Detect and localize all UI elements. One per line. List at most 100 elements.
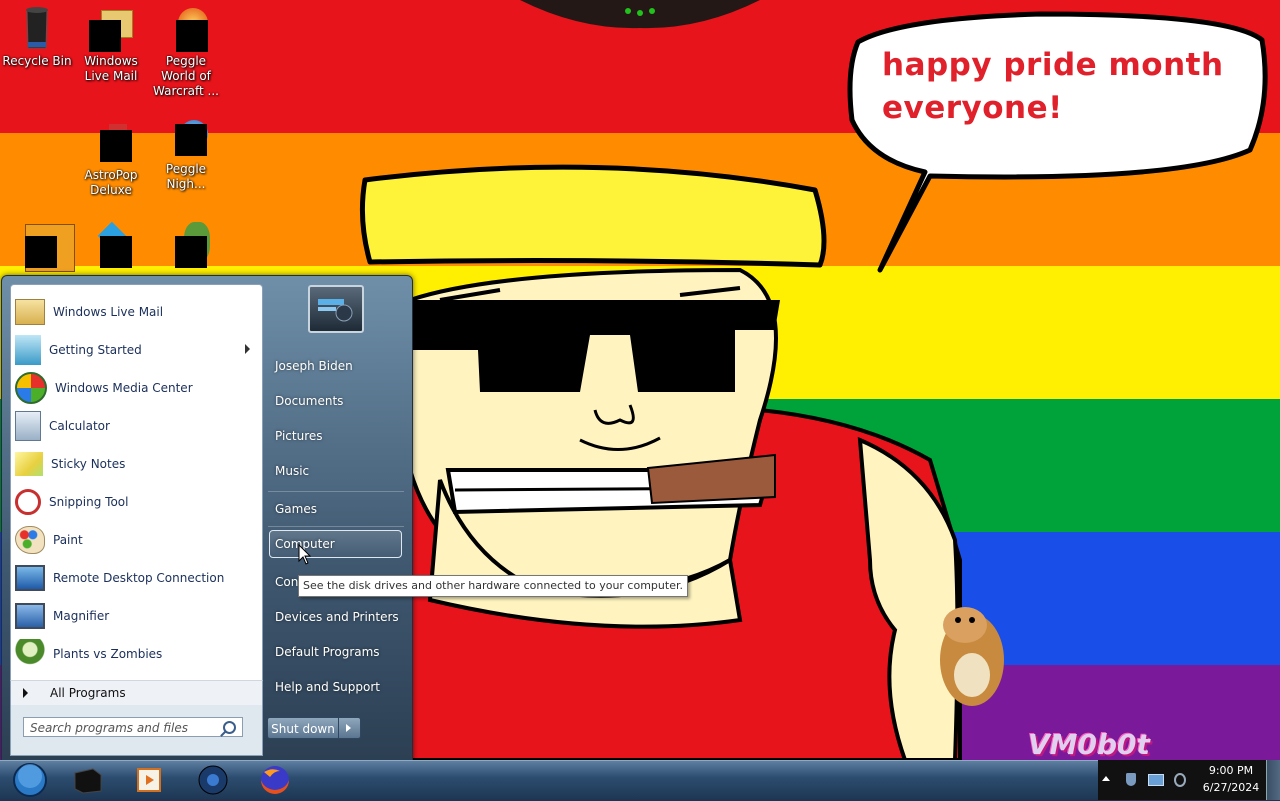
sticky-notes-icon — [15, 452, 43, 476]
windows-media-center-icon — [15, 372, 47, 404]
program-label: Plants vs Zombies — [53, 647, 163, 661]
clock[interactable]: 9:00 PM 6/27/2024 — [1196, 764, 1266, 794]
windows-live-mail-icon — [15, 299, 45, 325]
plants-vs-zombies-icon — [15, 639, 45, 669]
start-link-music[interactable]: Music — [275, 464, 309, 478]
program-label: Sticky Notes — [51, 457, 126, 471]
program-windows-media-center[interactable]: Windows Media Center — [13, 370, 260, 406]
tray-overflow-icon[interactable] — [1102, 776, 1110, 781]
desktop-icon-windows-live-mail[interactable]: Windows Live Mail — [75, 4, 147, 84]
start-link-games[interactable]: Games — [275, 502, 317, 516]
astropop-icon — [87, 118, 135, 166]
paint-icon — [15, 526, 45, 554]
taskbar-media-center[interactable] — [124, 763, 174, 797]
media-center-icon — [137, 768, 161, 792]
user-picture-tile[interactable] — [308, 285, 364, 333]
program-plants-vs-zombies[interactable]: Plants vs Zombies — [13, 636, 260, 672]
start-link-devices-printers[interactable]: Devices and Printers — [275, 610, 399, 624]
getting-started-icon — [15, 335, 41, 365]
taskbar-media-player[interactable] — [63, 763, 113, 797]
submenu-arrow-icon — [245, 344, 250, 354]
program-label: Snipping Tool — [49, 495, 129, 509]
system-tray: 9:00 PM 6/27/2024 — [1098, 760, 1280, 800]
desktop-icon-label: Windows Live Mail — [84, 54, 138, 83]
all-programs-button[interactable]: All Programs — [10, 680, 263, 706]
program-calculator[interactable]: Calculator — [13, 408, 260, 444]
clock-time: 9:00 PM — [1208, 764, 1254, 777]
peggle-wow-icon — [162, 4, 210, 52]
shut-down-options-button[interactable] — [339, 717, 361, 739]
start-separator — [268, 491, 404, 492]
program-sticky-notes[interactable]: Sticky Notes — [13, 446, 260, 482]
program-windows-live-mail[interactable]: Windows Live Mail — [13, 294, 260, 330]
program-remote-desktop[interactable]: Remote Desktop Connection — [13, 560, 260, 596]
program-label: Getting Started — [49, 343, 142, 357]
mouse-cursor-icon — [298, 544, 312, 565]
desktop-icon-peggle-wow[interactable]: Peggle World of Warcraft ... — [150, 4, 222, 99]
desktop-icon-game[interactable] — [75, 221, 147, 272]
desktop-icon-astropop[interactable]: AstroPop Deluxe — [75, 118, 147, 198]
program-label: Remote Desktop Connection — [53, 571, 225, 585]
taskbar-firefox[interactable] — [250, 763, 300, 797]
volume-icon[interactable] — [1174, 773, 1186, 787]
start-button[interactable] — [4, 762, 50, 798]
calculator-icon — [15, 411, 41, 441]
app-orb-icon — [198, 765, 228, 795]
shut-down-button[interactable]: Shut down — [267, 717, 339, 739]
speech-bubble-text: happy pride month everyone! — [882, 44, 1242, 130]
clock-date: 6/27/2024 — [1202, 781, 1260, 794]
recycle-bin-icon — [13, 4, 61, 52]
start-link-default-programs[interactable]: Default Programs — [275, 645, 380, 659]
program-snipping-tool[interactable]: Snipping Tool — [13, 484, 260, 520]
program-getting-started[interactable]: Getting Started — [13, 332, 260, 368]
computer-tooltip: See the disk drives and other hardware c… — [298, 575, 688, 597]
desktop-icon-label: Peggle World of Warcraft ... — [153, 54, 219, 98]
plants-icon — [162, 222, 210, 270]
start-link-help-support[interactable]: Help and Support — [275, 680, 380, 694]
start-link-user[interactable]: Joseph Biden — [275, 359, 353, 373]
program-label: Windows Live Mail — [53, 305, 164, 319]
firefox-icon — [261, 766, 289, 794]
desktop-icon-peggle-nights[interactable]: Peggle Nigh... — [150, 112, 222, 192]
desktop-icon-label: AstroPop Deluxe — [84, 168, 138, 197]
desktop-icon-bejeweled[interactable] — [1, 222, 75, 272]
start-link-pictures[interactable]: Pictures — [275, 429, 323, 443]
speech-line-2: everyone! — [882, 90, 1063, 126]
program-label: Paint — [53, 533, 83, 547]
all-programs-arrow-icon — [23, 688, 28, 698]
start-menu-programs-pane: Windows Live Mail Getting Started Window… — [10, 284, 263, 681]
desktop-icon-recycle-bin[interactable]: Recycle Bin — [1, 4, 73, 69]
taskbar-app[interactable] — [188, 763, 238, 797]
desktop-icon-label: Recycle Bin — [2, 54, 72, 68]
bejeweled-icon — [13, 222, 75, 272]
desktop-icon-label: Peggle Nigh... — [165, 162, 207, 191]
game-icon — [87, 221, 135, 270]
program-magnifier[interactable]: Magnifier — [13, 598, 260, 634]
peggle-nights-icon — [162, 112, 210, 160]
remote-desktop-icon — [15, 565, 45, 591]
start-link-control-panel[interactable]: Con — [275, 575, 298, 589]
windows-orb-icon — [13, 763, 47, 797]
windows-live-mail-icon — [87, 4, 135, 52]
watermark: VM0b0t — [1028, 728, 1150, 760]
program-label: Magnifier — [53, 609, 110, 623]
network-icon[interactable] — [1148, 774, 1164, 786]
speech-line-1: happy pride month — [882, 47, 1224, 83]
action-center-icon[interactable] — [1126, 773, 1136, 786]
program-label: Calculator — [49, 419, 110, 433]
search-placeholder: Search programs and files — [30, 721, 188, 735]
show-desktop-button[interactable] — [1266, 760, 1280, 800]
search-icon[interactable] — [223, 721, 236, 734]
program-paint[interactable]: Paint — [13, 522, 260, 558]
search-input[interactable]: Search programs and files — [23, 717, 243, 737]
all-programs-label: All Programs — [50, 686, 126, 700]
windows-media-player-icon — [74, 768, 102, 794]
program-label: Windows Media Center — [55, 381, 193, 395]
snipping-tool-icon — [15, 489, 41, 515]
search-area: Search programs and files — [10, 705, 263, 756]
desktop-icon-plants[interactable] — [150, 222, 222, 272]
user-picture-icon — [318, 299, 353, 322]
start-link-documents[interactable]: Documents — [275, 394, 343, 408]
magnifier-icon — [15, 603, 45, 629]
start-separator — [268, 526, 404, 527]
